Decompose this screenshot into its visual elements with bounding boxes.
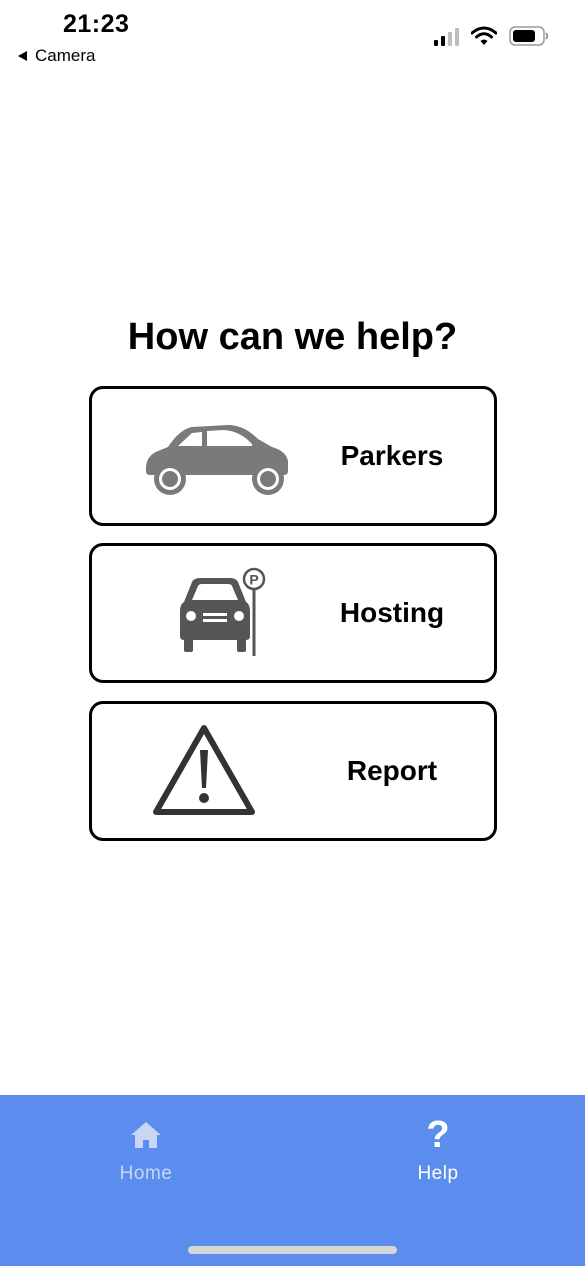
hosting-label: Hosting <box>339 597 445 628</box>
svg-text:P: P <box>249 572 258 588</box>
back-to-app-link[interactable]: Camera <box>18 46 95 66</box>
tab-bar: Home ? Help <box>0 1095 585 1266</box>
car-side-icon <box>145 425 288 495</box>
tab-home[interactable]: Home <box>76 1117 216 1197</box>
car-parking-sign-icon: P <box>180 567 266 656</box>
back-app-label: Camera <box>35 46 96 65</box>
home-icon <box>131 1122 161 1148</box>
report-button[interactable]: Report <box>89 701 497 841</box>
status-icons <box>434 26 549 46</box>
tab-home-label: Home <box>119 1163 173 1184</box>
hosting-button[interactable]: P Hosting <box>89 543 497 683</box>
warning-triangle-icon <box>153 725 255 815</box>
question-mark-icon: ? <box>426 1114 450 1156</box>
status-bar: 21:23 Camera <box>0 0 585 80</box>
cellular-signal-icon <box>434 26 459 46</box>
tab-help[interactable]: ? Help <box>368 1114 508 1197</box>
tab-help-label: Help <box>417 1163 459 1184</box>
report-label: Report <box>346 755 438 786</box>
page-title: How can we help? <box>127 316 458 358</box>
home-indicator <box>188 1246 397 1254</box>
parkers-label: Parkers <box>340 440 444 471</box>
back-arrow-icon <box>18 51 27 61</box>
parkers-button[interactable]: Parkers <box>89 386 497 526</box>
battery-icon <box>509 26 549 46</box>
status-time: 21:23 <box>63 10 130 38</box>
wifi-icon <box>471 26 497 45</box>
